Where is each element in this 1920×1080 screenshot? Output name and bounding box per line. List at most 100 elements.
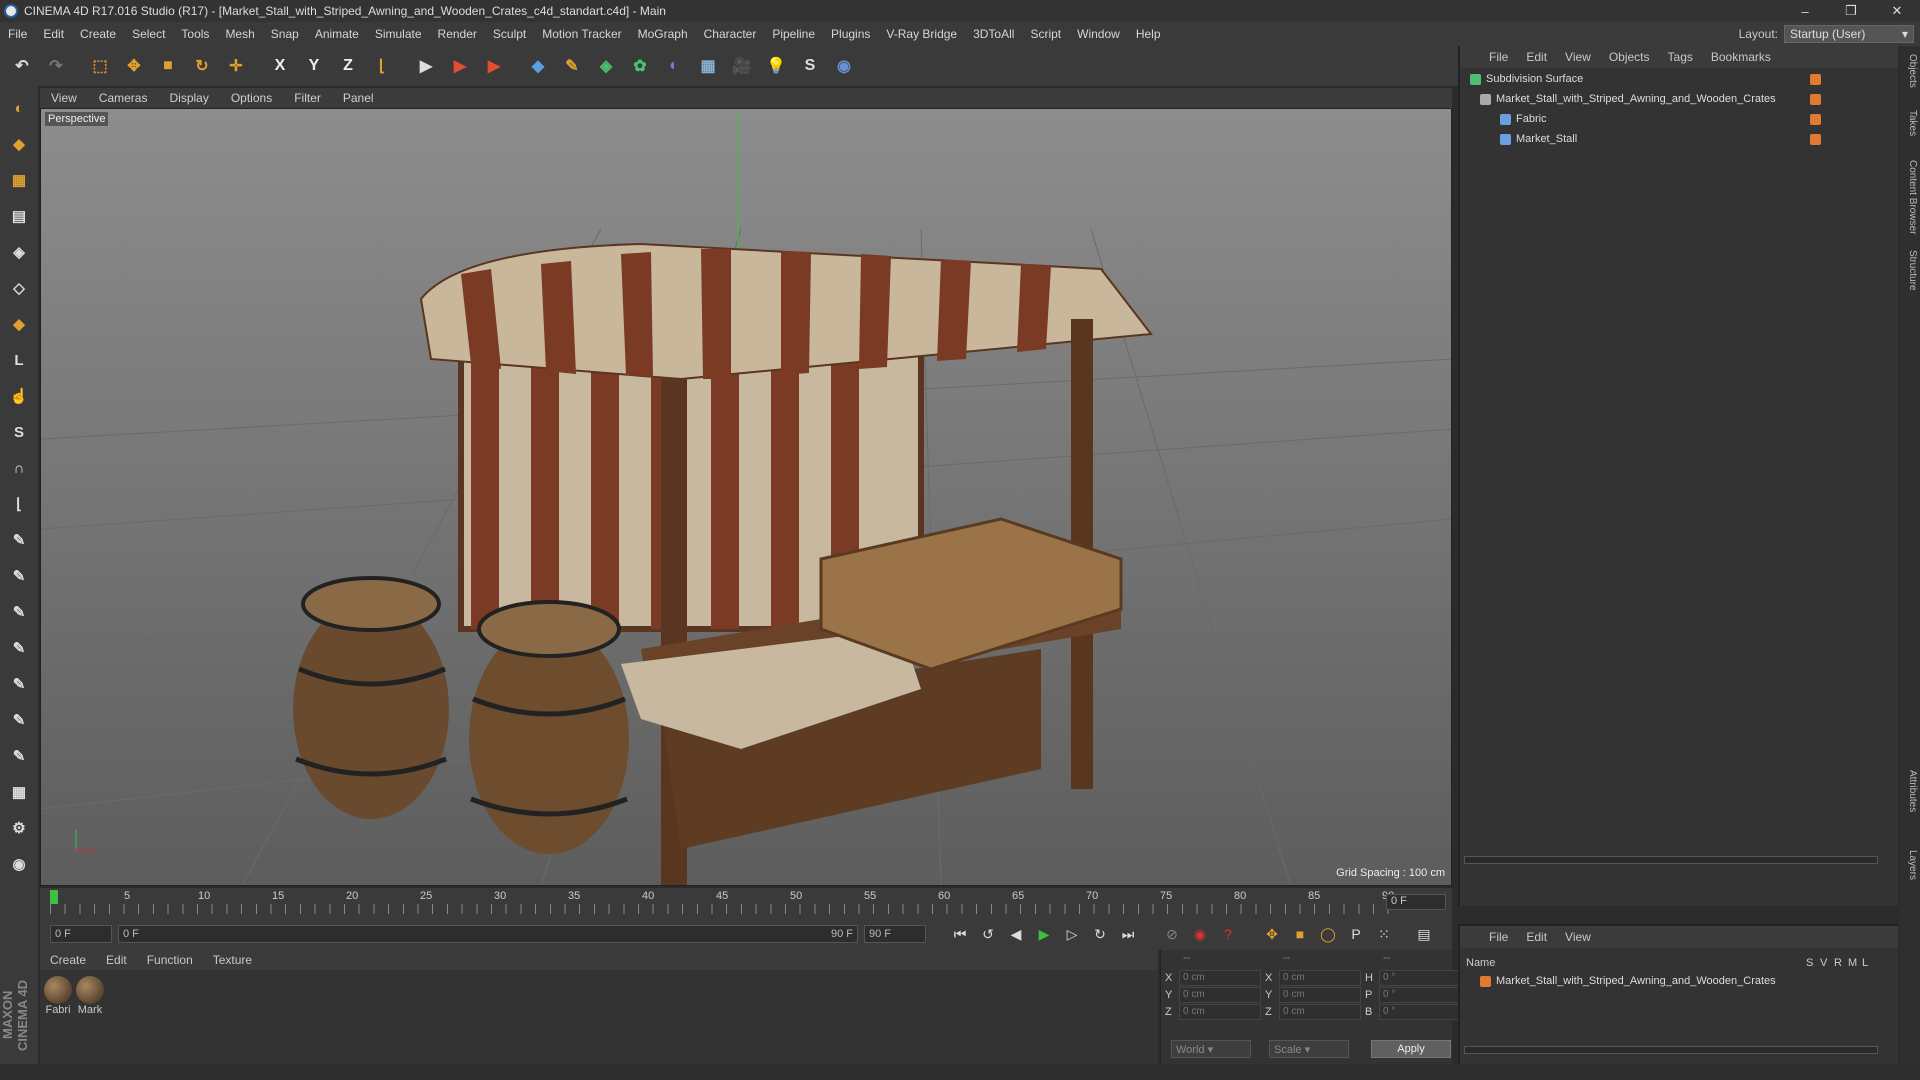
object-row[interactable]: Market_Stall_with_Striped_Awning_and_Woo… [1460, 90, 1900, 108]
material-swatch[interactable]: Mark [76, 976, 104, 1016]
play-icon[interactable]: ▶ [1032, 922, 1056, 946]
menu-motion-tracker[interactable]: Motion Tracker [534, 27, 629, 41]
object-row[interactable]: Subdivision Surface [1460, 70, 1900, 88]
keyframe-help-icon[interactable]: ? [1216, 922, 1240, 946]
key-points-icon[interactable]: ⁙ [1372, 922, 1396, 946]
snap-icon[interactable]: S [4, 416, 34, 448]
floor-icon[interactable]: ▦ [692, 50, 724, 82]
current-frame-field[interactable]: 0 F [1386, 894, 1446, 910]
menu-pipeline[interactable]: Pipeline [764, 27, 823, 41]
visibility-toggle-icon[interactable] [1810, 73, 1821, 85]
object-menu-edit[interactable]: Edit [1517, 50, 1556, 64]
next-key-icon[interactable]: ↻ [1088, 922, 1112, 946]
menu-sculpt[interactable]: Sculpt [485, 27, 534, 41]
timeline-ruler[interactable] [50, 904, 1390, 914]
light-icon[interactable]: 💡 [760, 50, 792, 82]
viewport-menu-filter[interactable]: Filter [283, 91, 332, 105]
object-mode-icon[interactable]: ◆ [4, 128, 34, 160]
pen-icon[interactable]: ✎ [556, 50, 588, 82]
layout-dropdown[interactable]: Startup (User) ▾ [1784, 25, 1914, 43]
side-tab-objects[interactable]: Objects [1902, 50, 1918, 92]
record-keys-icon[interactable]: ⊘ [1160, 922, 1184, 946]
minimize-button[interactable]: – [1782, 0, 1828, 22]
object-hscrollbar[interactable] [1464, 856, 1878, 864]
material-menu-texture[interactable]: Texture [203, 953, 262, 967]
menu-script[interactable]: Script [1022, 27, 1069, 41]
prev-frame-icon[interactable]: ◀ [1004, 922, 1028, 946]
autokey-icon[interactable]: ◉ [1188, 922, 1212, 946]
side-tab-takes[interactable]: Takes [1902, 106, 1918, 140]
sketch-icon[interactable]: S [794, 50, 826, 82]
end-frame-field[interactable]: 90 F [864, 925, 926, 943]
timeline-window-icon[interactable]: ▤ [1412, 922, 1436, 946]
object-row[interactable]: Fabric [1460, 110, 1900, 128]
object-menu-bookmarks[interactable]: Bookmarks [1702, 50, 1780, 64]
brush-3-icon[interactable]: ✎ [4, 596, 34, 628]
visibility-toggle-icon[interactable] [1810, 113, 1821, 125]
coord-value-field[interactable]: 0 ° [1379, 1004, 1461, 1020]
menu-help[interactable]: Help [1128, 27, 1169, 41]
viewport-menu-panel[interactable]: Panel [332, 91, 385, 105]
x-axis-icon[interactable]: X [264, 50, 296, 82]
visibility-toggle-icon[interactable] [1810, 93, 1821, 105]
camera-icon[interactable]: 🎥 [726, 50, 758, 82]
timeline-playhead[interactable] [50, 890, 58, 904]
python-script-icon[interactable]: ◉ [4, 848, 34, 880]
material-menu-edit[interactable]: Edit [96, 953, 137, 967]
render-settings-icon[interactable]: ▶ [478, 50, 510, 82]
deformer-icon[interactable]: ◐ [658, 50, 690, 82]
coord-value-field[interactable]: 0 cm [1279, 987, 1361, 1003]
coord-value-field[interactable]: 0 cm [1179, 1004, 1261, 1020]
viewport-menu-view[interactable]: View [40, 91, 88, 105]
tweak-icon[interactable]: ☝ [4, 380, 34, 412]
coord-value-field[interactable]: 0 cm [1279, 970, 1361, 986]
gear-icon[interactable]: ⚙ [4, 812, 34, 844]
workplane-icon[interactable]: ▤ [4, 200, 34, 232]
render-picture-viewer-icon[interactable]: ▶ [444, 50, 476, 82]
model-mode-icon[interactable]: ◐ [4, 92, 34, 124]
render-view-icon[interactable]: ▶ [410, 50, 442, 82]
menu-v-ray-bridge[interactable]: V-Ray Bridge [878, 27, 965, 41]
prev-key-icon[interactable]: ↺ [976, 922, 1000, 946]
cube-icon[interactable]: ◆ [522, 50, 554, 82]
menu-select[interactable]: Select [124, 27, 173, 41]
side-tab-structure[interactable]: Structure [1902, 246, 1918, 295]
object-menu-objects[interactable]: Objects [1600, 50, 1659, 64]
menu-snap[interactable]: Snap [263, 27, 307, 41]
timeline[interactable]: 051015202530354045505560657075808590 0 F [40, 888, 1452, 918]
close-button[interactable]: ✕ [1874, 0, 1920, 22]
transform-icon[interactable]: ✛ [220, 50, 252, 82]
coord-value-field[interactable]: 0 cm [1179, 987, 1261, 1003]
side-tab-content-browser[interactable]: Content Browser [1902, 156, 1918, 238]
python-icon[interactable]: ◉ [828, 50, 860, 82]
apply-button[interactable]: Apply [1371, 1040, 1451, 1058]
menu-render[interactable]: Render [430, 27, 485, 41]
key-scale-icon[interactable]: ■ [1288, 922, 1312, 946]
material-menu-create[interactable]: Create [40, 953, 96, 967]
start-frame-field[interactable]: 0 F [50, 925, 112, 943]
coord-system-icon[interactable]: ⌊ [366, 50, 398, 82]
menu-3dtoall[interactable]: 3DToAll [965, 27, 1022, 41]
layer-menu-view[interactable]: View [1556, 930, 1600, 944]
move-icon[interactable]: ✥ [118, 50, 150, 82]
magnet-icon[interactable]: ∩ [4, 452, 34, 484]
coord-value-field[interactable]: 0 ° [1379, 970, 1461, 986]
layer-row[interactable]: Market_Stall_with_Striped_Awning_and_Woo… [1460, 972, 1900, 990]
menu-window[interactable]: Window [1069, 27, 1128, 41]
undo-icon[interactable]: ↶ [6, 50, 38, 82]
brush-6-icon[interactable]: ✎ [4, 704, 34, 736]
live-selection-icon[interactable]: ⬚ [84, 50, 116, 82]
scale-icon[interactable]: ■ [152, 50, 184, 82]
goto-end-icon[interactable]: ⏭ [1116, 922, 1140, 946]
brush-2-icon[interactable]: ✎ [4, 560, 34, 592]
object-menu-tags[interactable]: Tags [1659, 50, 1702, 64]
mograph-cloner-icon[interactable]: ✿ [624, 50, 656, 82]
menu-file[interactable]: File [0, 27, 35, 41]
menu-mograph[interactable]: MoGraph [630, 27, 696, 41]
menu-character[interactable]: Character [696, 27, 765, 41]
goto-start-icon[interactable]: ⏮ [948, 922, 972, 946]
key-parameter-icon[interactable]: P [1344, 922, 1368, 946]
material-menu-function[interactable]: Function [137, 953, 203, 967]
viewport-perspective[interactable]: Perspective Grid Spacing : 100 cm [40, 108, 1452, 886]
layer-menu-file[interactable]: File [1480, 930, 1517, 944]
